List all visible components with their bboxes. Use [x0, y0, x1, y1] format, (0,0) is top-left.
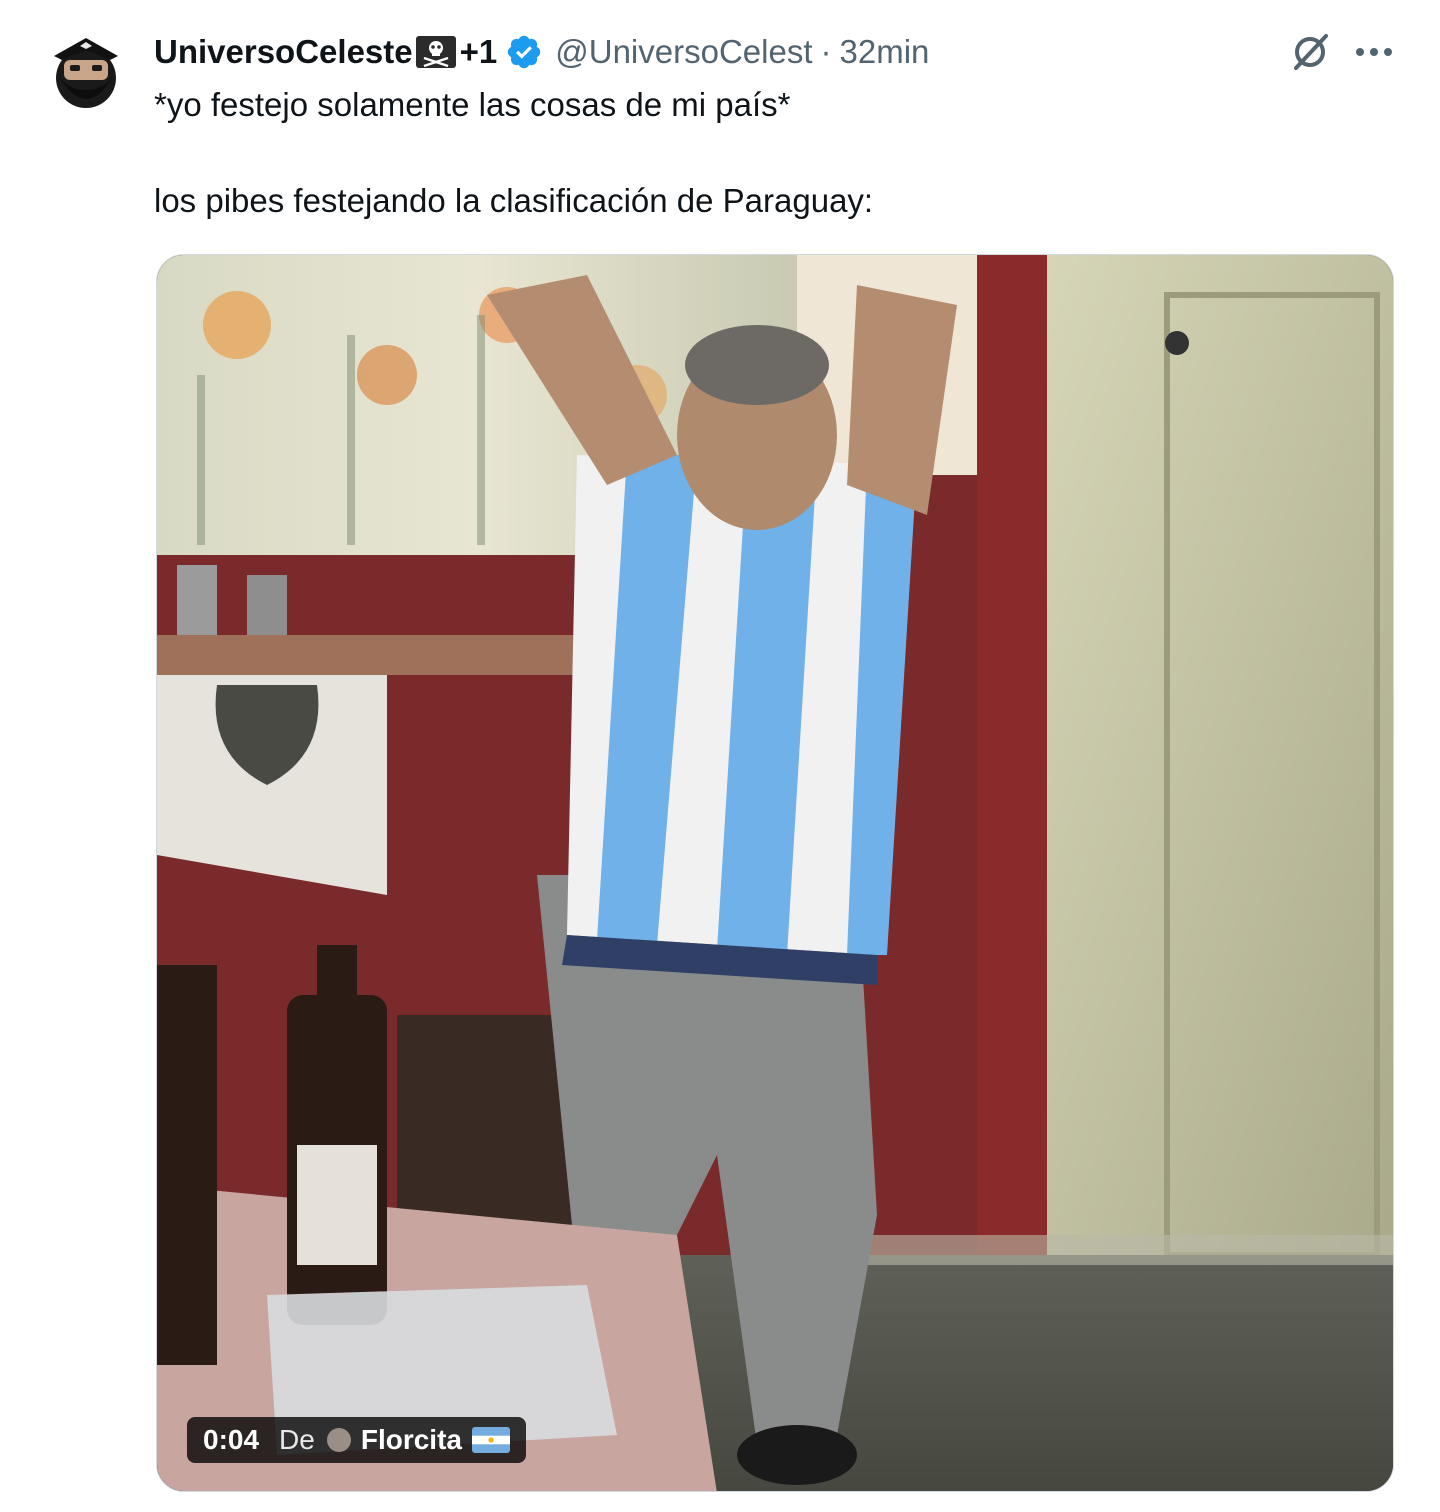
tweet-text-line: *yo festejo solamente las cosas de mi pa… [154, 86, 791, 123]
video-player[interactable]: 0:04 De Florcita [156, 254, 1394, 1492]
video-info-pill: 0:04 De Florcita [187, 1417, 526, 1463]
grok-icon[interactable] [1288, 30, 1332, 74]
tweet-text-line: los pibes festejando la clasificación de… [154, 182, 874, 219]
separator-dot: · [820, 33, 832, 70]
video-author-name[interactable]: Florcita [361, 1424, 462, 1456]
handle[interactable]: @UniversoCelest [555, 33, 812, 71]
display-name[interactable]: UniversoCeleste [154, 33, 413, 71]
avatar[interactable] [50, 34, 122, 114]
video-frame [157, 255, 1393, 1491]
timestamp[interactable]: 32min [840, 33, 930, 71]
video-from-label: De [279, 1424, 315, 1455]
skull-crossbones-icon [415, 36, 456, 68]
argentina-flag-icon [471, 1427, 510, 1453]
more-options-icon[interactable] [1352, 34, 1396, 70]
tweet[interactable]: UniversoCeleste +1 @UniversoCelest · 32m… [0, 0, 1440, 1512]
video-duration: 0:04 [203, 1424, 260, 1455]
tweet-header: UniversoCeleste +1 @UniversoCelest · 32m… [154, 28, 929, 76]
verified-badge-icon[interactable] [505, 33, 543, 71]
video-author-avatar [326, 1428, 351, 1452]
display-name-suffix: +1 [459, 33, 498, 70]
